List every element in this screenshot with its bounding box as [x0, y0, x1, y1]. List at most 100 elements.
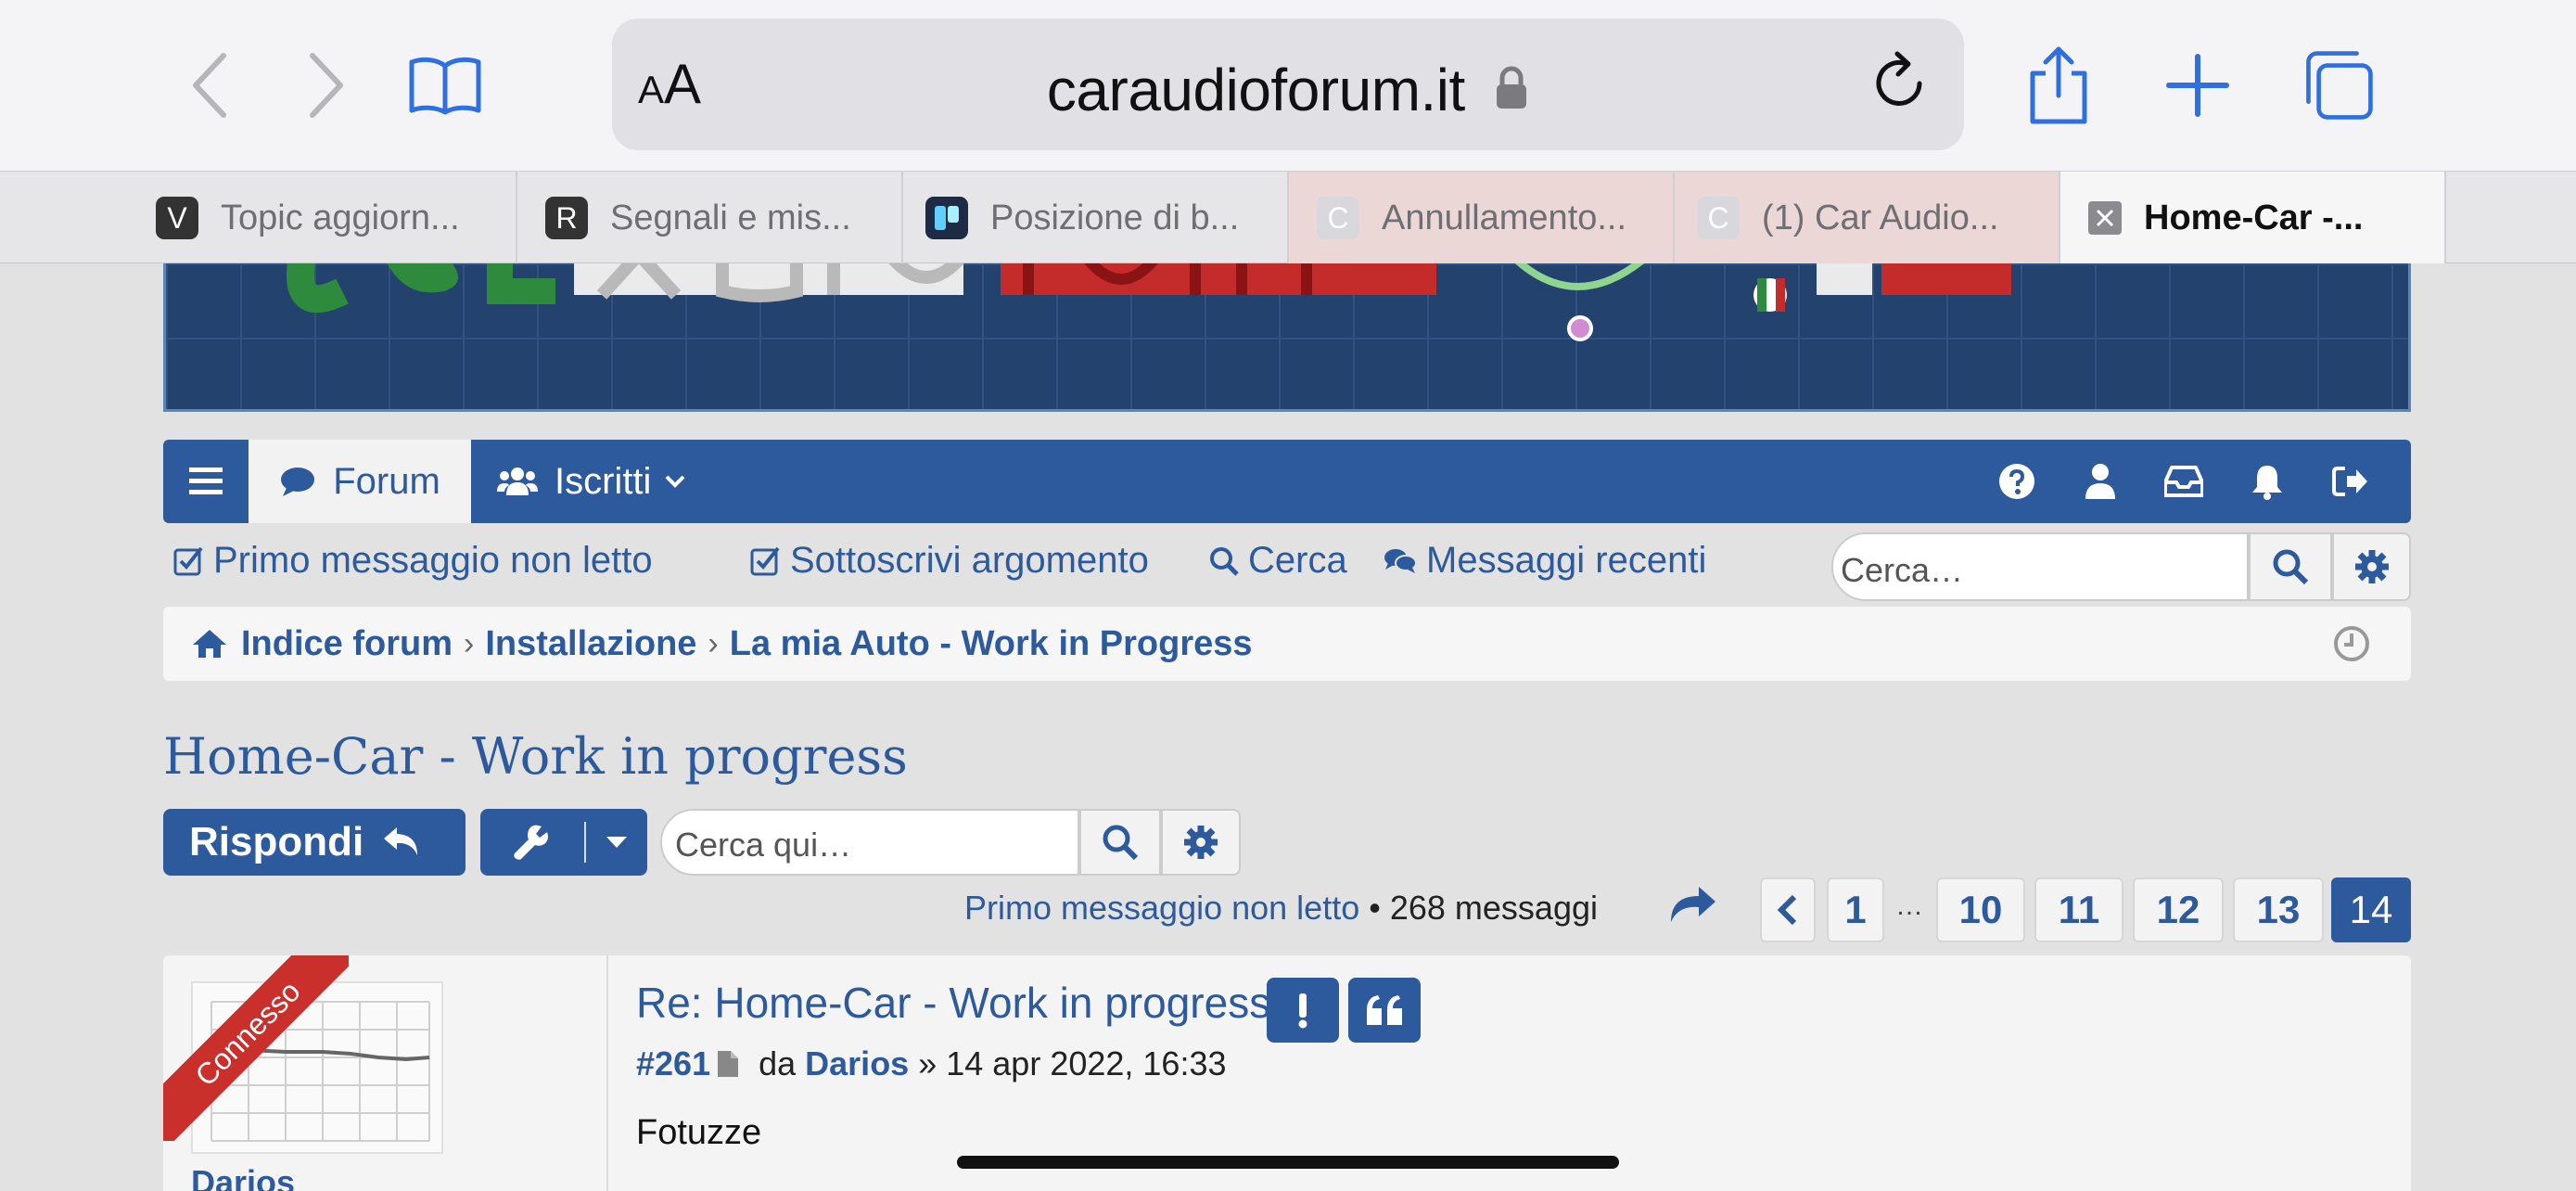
browser-tab[interactable]: R Segnali e mis...: [517, 172, 903, 264]
logout-button[interactable]: [2309, 440, 2392, 523]
forward-button[interactable]: [289, 48, 363, 122]
tab-bar: V Topic aggiorn... R Segnali e mis... Po…: [0, 171, 2576, 264]
forum-search-button[interactable]: [2249, 532, 2332, 601]
browser-tab[interactable]: V Topic aggiorn...: [0, 172, 517, 264]
page-link[interactable]: 11: [2034, 877, 2123, 942]
tab-title: Posizione di b...: [990, 198, 1240, 237]
topic-tools-button[interactable]: [480, 809, 647, 876]
reload-button[interactable]: [1862, 46, 1936, 121]
online-ribbon-wrap: Connesso: [163, 955, 349, 1141]
breadcrumb-item[interactable]: Installazione: [485, 624, 696, 664]
home-indicator[interactable]: [957, 1156, 1619, 1169]
book-icon: [409, 57, 481, 115]
page-current: 14: [2331, 877, 2411, 942]
inbox-icon: [2164, 466, 2203, 497]
post-author-name[interactable]: Darios: [191, 1163, 295, 1191]
first-unread-pagination-link[interactable]: Primo messaggio non letto: [964, 889, 1359, 927]
site-banner[interactable]: [163, 263, 2411, 412]
reply-button-label: Rispondi: [189, 819, 364, 864]
breadcrumb-separator: ›: [708, 625, 719, 661]
tabs-icon: [2306, 51, 2373, 120]
comments-icon: [1384, 548, 1417, 573]
page-link[interactable]: 13: [2233, 877, 2324, 942]
tab-favicon: V: [156, 197, 198, 239]
nav-tab-members-label: Iscritti: [555, 460, 652, 502]
online-ribbon: Connesso: [163, 955, 349, 1141]
topic-search-button[interactable]: [1079, 809, 1161, 876]
forum-search-input[interactable]: Cerca…: [1831, 532, 2249, 601]
profile-button[interactable]: [2059, 440, 2142, 523]
checkbox-icon: [173, 546, 203, 575]
post-meta-author[interactable]: Darios: [805, 1044, 909, 1083]
subscribe-topic-link[interactable]: Sottoscrivi argomento: [749, 540, 1149, 582]
wrench-icon: [514, 825, 548, 860]
clock-icon: [2334, 626, 2369, 661]
topic-title[interactable]: Home-Car - Work in progress: [163, 727, 908, 786]
browser-tab[interactable]: C Annullamento...: [1289, 172, 1675, 264]
post-title[interactable]: Re: Home-Car - Work in progress: [636, 978, 1270, 1028]
new-tab-button[interactable]: [2161, 48, 2235, 122]
gear-icon: [1184, 826, 1218, 859]
url-text: caraudioforum.it: [1046, 57, 1465, 123]
topic-search-input[interactable]: Cerca qui…: [660, 809, 1079, 876]
first-unread-link[interactable]: Primo messaggio non letto: [172, 540, 653, 582]
caret-down-icon: [606, 837, 627, 848]
jump-to-page-button[interactable]: [1665, 881, 1717, 932]
browser-tab[interactable]: Posizione di b...: [903, 172, 1289, 264]
notifications-button[interactable]: [2225, 440, 2309, 523]
advanced-search-button[interactable]: [2332, 532, 2411, 601]
hamburger-icon: [189, 467, 223, 494]
reply-button[interactable]: Rispondi: [163, 809, 465, 876]
breadcrumb-item[interactable]: La mia Auto - Work in Progress: [730, 624, 1253, 664]
file-icon: [718, 1051, 739, 1077]
chevron-down-icon: [666, 475, 685, 488]
bookmarks-button[interactable]: [408, 48, 482, 122]
reply-icon: [384, 827, 418, 855]
report-post-button[interactable]: [1267, 978, 1339, 1043]
quote-icon: [1367, 995, 1402, 1025]
help-icon: [1999, 464, 2034, 499]
page-link[interactable]: 10: [1936, 877, 2025, 942]
search-icon: [2273, 549, 2309, 585]
first-unread-label: Primo messaggio non letto: [213, 540, 653, 581]
inbox-button[interactable]: [2142, 440, 2225, 523]
tab-favicon: R: [545, 197, 588, 239]
bell-icon: [2252, 466, 2282, 500]
nav-tab-members[interactable]: Iscritti: [497, 440, 686, 523]
tab-title: Annullamento...: [1382, 198, 1627, 237]
chevron-left-icon: [193, 53, 226, 118]
share-icon: [2030, 46, 2087, 124]
tab-overview-button[interactable]: [2302, 48, 2376, 122]
page-link[interactable]: 1: [1827, 877, 1884, 942]
chevron-left-icon: [1777, 894, 1797, 926]
breadcrumb: Indice forum › Installazione › La mia Au…: [163, 607, 2411, 681]
tab-favicon: C: [1317, 197, 1359, 239]
logout-icon: [2332, 467, 2367, 496]
browser-tab-active[interactable]: Home-Car -...: [2060, 172, 2446, 264]
chevron-right-icon: [310, 53, 343, 118]
browser-tab[interactable]: C (1) Car Audio...: [1675, 172, 2060, 264]
nav-tab-forum[interactable]: Forum: [249, 440, 471, 523]
search-link[interactable]: Cerca: [1209, 540, 1347, 582]
post-number-link[interactable]: #261: [636, 1044, 710, 1083]
favicon-letter: R: [555, 200, 578, 235]
back-button[interactable]: [172, 48, 247, 122]
quote-post-button[interactable]: [1348, 978, 1421, 1043]
share-button[interactable]: [2021, 46, 2096, 124]
page-link[interactable]: 12: [2133, 877, 2224, 942]
previous-page-button[interactable]: [1760, 877, 1816, 942]
help-button[interactable]: [1975, 440, 2059, 523]
address-bar[interactable]: AA caraudioforum.it: [612, 19, 1964, 150]
close-tab-button[interactable]: [2088, 201, 2122, 235]
menu-button[interactable]: [163, 440, 249, 523]
topic-advanced-search-button[interactable]: [1161, 809, 1241, 876]
user-icon: [2085, 464, 2115, 499]
recent-posts-link[interactable]: Messaggi recenti: [1384, 540, 1706, 582]
post-meta: #261 da Darios » 14 apr 2022, 16:33: [636, 1044, 1227, 1083]
web-page: Forum Iscritti Primo messaggio non letto…: [0, 263, 2576, 1191]
breadcrumb-separator: ›: [464, 625, 475, 661]
tab-title: Segnali e mis...: [610, 198, 851, 237]
timezone-clock-button[interactable]: [2333, 625, 2383, 672]
breadcrumb-item[interactable]: Indice forum: [241, 624, 453, 664]
lock-icon: [1494, 56, 1529, 124]
